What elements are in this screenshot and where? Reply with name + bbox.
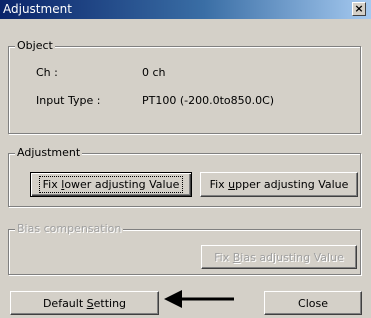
fix-upper-label: Fix upper adjusting Value: [209, 178, 349, 191]
object-group: Object: [8, 39, 361, 134]
fix-bias-adjusting-value-button[interactable]: Fix Bias adjusting Value: [201, 245, 357, 269]
ch-value: 0 ch: [142, 66, 166, 79]
default-setting-label: Default Setting: [42, 296, 127, 310]
fix-bias-label: Fix Bias adjusting Value: [214, 250, 344, 264]
object-group-legend: Object: [15, 39, 55, 53]
default-setting-button[interactable]: Default Setting: [10, 291, 159, 315]
adjustment-dialog: Adjustment × Object Ch : 0 ch Input Type…: [0, 0, 371, 318]
adjustment-group-legend: Adjustment: [15, 146, 83, 160]
fix-lower-adjusting-value-button[interactable]: Fix lower adjusting Value: [30, 172, 192, 197]
fix-lower-label: Fix lower adjusting Value: [38, 176, 184, 193]
annotation-arrow-icon: [164, 290, 234, 308]
fix-upper-adjusting-value-button[interactable]: Fix upper adjusting Value: [200, 172, 358, 197]
ch-label: Ch :: [36, 66, 58, 79]
window-title: Adjustment: [3, 2, 72, 16]
close-button-label: Close: [298, 296, 328, 310]
input-type-value: PT100 (-200.0to850.0C): [142, 94, 275, 107]
title-bar: Adjustment ×: [0, 0, 371, 19]
input-type-label: Input Type :: [36, 94, 101, 107]
close-button[interactable]: Close: [264, 291, 362, 315]
bias-compensation-legend: Bias compensation: [15, 222, 124, 236]
close-window-button[interactable]: ×: [352, 2, 366, 16]
close-icon: ×: [354, 2, 364, 15]
